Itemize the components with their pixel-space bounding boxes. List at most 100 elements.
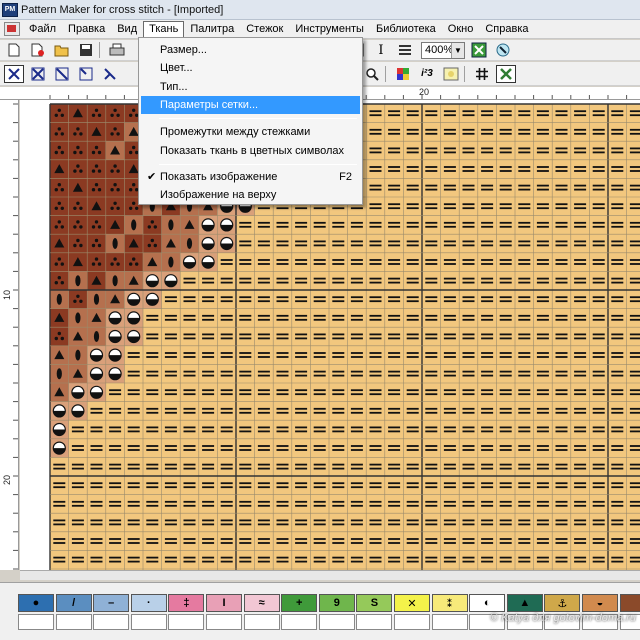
- stitch-cell[interactable]: [254, 438, 274, 458]
- stitch-cell[interactable]: [384, 494, 404, 514]
- stitch-cell[interactable]: [477, 271, 497, 290]
- stitch-cell[interactable]: [496, 457, 515, 476]
- stitch-cell[interactable]: [589, 420, 608, 439]
- stitch-cell[interactable]: [310, 420, 329, 439]
- horizontal-scrollbar[interactable]: [20, 570, 640, 580]
- palette-swatch-slot[interactable]: [356, 614, 393, 630]
- stitch-cell[interactable]: [87, 252, 106, 272]
- stitch-cell[interactable]: [403, 494, 422, 514]
- palette-swatch-slot[interactable]: [281, 614, 318, 630]
- stitch-cell[interactable]: [198, 364, 218, 383]
- stitch-cell[interactable]: [198, 550, 218, 569]
- stitch-cell[interactable]: [440, 420, 460, 439]
- stitch-cell[interactable]: [403, 252, 422, 272]
- stitch-cell[interactable]: [626, 494, 640, 514]
- stitch-cell[interactable]: [515, 234, 534, 253]
- palette-swatch-slot[interactable]: [93, 614, 130, 630]
- stitch-cell[interactable]: [254, 550, 274, 569]
- stitch-cell[interactable]: [496, 476, 515, 495]
- stitch-cell[interactable]: [496, 122, 515, 142]
- stitch-cell[interactable]: [143, 476, 162, 495]
- stitch-cell[interactable]: [384, 159, 404, 179]
- stitch-cell[interactable]: [366, 531, 385, 551]
- stitch-cell[interactable]: [161, 290, 181, 309]
- stitch-cell[interactable]: [552, 476, 571, 495]
- stitch-cell[interactable]: [236, 345, 255, 365]
- stitch-cell[interactable]: [589, 494, 608, 514]
- stitch-cell[interactable]: [570, 420, 590, 439]
- stitch-cell[interactable]: [533, 252, 553, 272]
- stitch-cell[interactable]: [124, 513, 143, 532]
- stitch-cell[interactable]: [384, 383, 404, 402]
- stitch-cell[interactable]: [347, 383, 367, 402]
- stitch-cell[interactable]: [161, 327, 181, 346]
- stitch-cell[interactable]: [403, 420, 422, 439]
- stitch-cell[interactable]: [236, 401, 255, 421]
- stitch-cell[interactable]: [552, 104, 571, 123]
- stitch-cell[interactable]: [161, 383, 181, 402]
- sort-numbers-icon[interactable]: i²3: [417, 65, 437, 83]
- stitch-cell[interactable]: [570, 252, 590, 272]
- stitch-cell[interactable]: [477, 383, 497, 402]
- stitch-cell[interactable]: [68, 438, 88, 458]
- stitch-cell[interactable]: [422, 420, 441, 439]
- stitch-cell[interactable]: [459, 345, 478, 365]
- magic-wand-icon[interactable]: [493, 41, 513, 59]
- palette-swatch-slot[interactable]: [394, 614, 430, 630]
- stitch-cell[interactable]: [496, 383, 515, 402]
- fit-page-icon[interactable]: [469, 41, 489, 59]
- stitch-cell[interactable]: [50, 178, 69, 197]
- stitch-cell[interactable]: [291, 290, 311, 309]
- stitch-cell[interactable]: [515, 215, 534, 235]
- stitch-cell[interactable]: [459, 197, 478, 216]
- stitch-cell[interactable]: [217, 290, 236, 309]
- stitch-cell[interactable]: [87, 476, 106, 495]
- stitch-cell[interactable]: [254, 215, 274, 235]
- palette-swatch-slot[interactable]: [243, 614, 280, 630]
- stitch-cell[interactable]: [291, 215, 311, 235]
- stitch-cell[interactable]: [533, 420, 553, 439]
- stitch-cell[interactable]: [533, 308, 553, 328]
- stitch-cell[interactable]: [180, 327, 199, 346]
- stitch-cell[interactable]: [626, 476, 640, 495]
- stitch-cell[interactable]: [236, 327, 255, 346]
- stitch-cell[interactable]: [440, 438, 460, 458]
- open-folder-icon[interactable]: [52, 41, 72, 59]
- stitch-cell[interactable]: [477, 476, 497, 495]
- stitch-cell[interactable]: [533, 104, 553, 123]
- stitch-cell[interactable]: [589, 197, 608, 216]
- menu-fabric[interactable]: Ткань: [143, 20, 185, 38]
- stitch-cell[interactable]: [533, 178, 553, 197]
- stitch-cell[interactable]: [459, 141, 478, 160]
- stitch-cell[interactable]: [291, 513, 311, 532]
- stitch-cell[interactable]: [515, 383, 534, 402]
- stitch-cell[interactable]: [552, 420, 571, 439]
- stitch-cell[interactable]: [347, 513, 367, 532]
- stitch-cell[interactable]: [236, 252, 255, 272]
- stitch-cell[interactable]: [217, 476, 236, 495]
- stitch-cell[interactable]: [533, 494, 553, 514]
- stitch-cell[interactable]: [105, 159, 125, 179]
- stitch-cell[interactable]: [570, 494, 590, 514]
- stitch-cell[interactable]: [570, 197, 590, 216]
- stitch-cell[interactable]: [626, 159, 640, 179]
- stitch-cell[interactable]: [570, 438, 590, 458]
- stitch-cell[interactable]: [87, 420, 106, 439]
- palette-swatch-slot[interactable]: [206, 614, 242, 630]
- stitch-cell[interactable]: [124, 383, 143, 402]
- stitch-cell[interactable]: [384, 513, 404, 532]
- stitch-cell[interactable]: [459, 364, 478, 383]
- stitch-cell[interactable]: [533, 159, 553, 179]
- stitch-cell[interactable]: [143, 494, 162, 514]
- stitch-cell[interactable]: [254, 476, 274, 495]
- stitch-cell[interactable]: [254, 401, 274, 421]
- stitch-cell[interactable]: [459, 401, 478, 421]
- stitch-cell[interactable]: [422, 178, 441, 197]
- palette-swatch[interactable]: S: [356, 594, 393, 612]
- stitch-cell[interactable]: [366, 252, 385, 272]
- stitch-cell[interactable]: [626, 513, 640, 532]
- stitch-cell[interactable]: [422, 550, 441, 569]
- new-from-template-icon[interactable]: [28, 41, 48, 59]
- stitch-cell[interactable]: [310, 234, 329, 253]
- stitch-cell[interactable]: [477, 401, 497, 421]
